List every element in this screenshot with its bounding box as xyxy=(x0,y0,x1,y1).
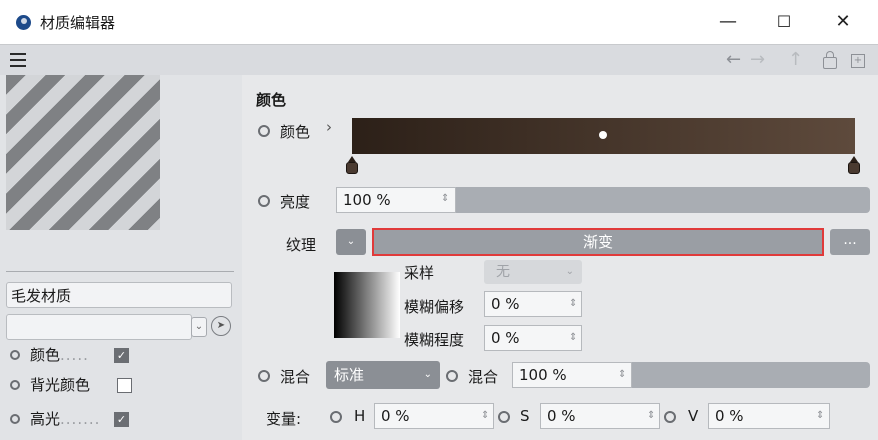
chevron-right-icon[interactable]: › xyxy=(326,118,332,136)
back-arrow-icon[interactable]: ← xyxy=(726,49,741,70)
close-button[interactable]: ✕ xyxy=(823,8,863,36)
channel-backlight[interactable]: 背光颜色 xyxy=(10,374,90,396)
maximize-button[interactable]: ☐ xyxy=(764,8,804,36)
mix-mode-radio-icon[interactable] xyxy=(258,370,270,382)
title-bar: 材质编辑器 — ☐ ✕ xyxy=(0,0,878,44)
h-input[interactable]: 0 % xyxy=(374,403,494,429)
texture-dropdown-button[interactable]: ⌄ xyxy=(336,229,366,255)
blur-offset-label: 模糊偏移 xyxy=(404,298,465,316)
radio-icon[interactable] xyxy=(10,379,20,390)
variation-label: 变量: xyxy=(266,410,302,428)
brightness-radio-icon[interactable] xyxy=(258,195,270,207)
texture-more-button[interactable]: ... xyxy=(830,229,870,255)
material-name-field[interactable]: 毛发材质 xyxy=(6,282,232,308)
stepper-icon[interactable]: ⇕ xyxy=(647,410,655,421)
v-input[interactable]: 0 % xyxy=(708,403,830,429)
radio-icon[interactable] xyxy=(10,413,20,424)
mix-strength-input[interactable]: 100 % xyxy=(512,362,632,388)
window-title: 材质编辑器 xyxy=(40,14,116,32)
chevron-down-icon[interactable]: ⌄ xyxy=(191,317,207,337)
channel-label: 背光颜色 xyxy=(30,376,91,394)
material-dropdown[interactable] xyxy=(6,314,192,340)
stepper-icon[interactable]: ⇕ xyxy=(618,369,626,380)
channel-color-checkbox[interactable]: ✓ xyxy=(114,348,129,363)
s-label: S xyxy=(520,407,530,425)
h-label: H xyxy=(354,407,366,425)
mix-strength-label: 混合 xyxy=(468,368,499,386)
blur-scale-label: 模糊程度 xyxy=(404,331,465,349)
v-label: V xyxy=(688,407,699,425)
forward-arrow-icon[interactable]: → xyxy=(750,49,765,70)
material-preview xyxy=(6,75,160,230)
gradient-stop-right[interactable] xyxy=(848,156,860,174)
channel-label: 颜色 xyxy=(30,346,61,364)
channel-backlight-checkbox[interactable] xyxy=(117,378,132,393)
channel-specular[interactable]: 高光....... xyxy=(10,408,100,430)
stepper-icon[interactable]: ⇕ xyxy=(441,193,449,204)
gradient-knob[interactable] xyxy=(599,131,607,139)
mix-mode-label: 混合 xyxy=(280,368,311,386)
lock-icon[interactable] xyxy=(823,51,837,69)
left-panel: 毛发材质 ⌄ ➤ 颜色..... ✓ 背光颜色 高光....... ✓ xyxy=(0,75,242,440)
blur-scale-input[interactable]: 0 % xyxy=(484,325,582,351)
divider xyxy=(6,271,234,272)
texture-shader-button[interactable]: 渐变 xyxy=(372,228,824,256)
gradient-stop-left[interactable] xyxy=(346,156,358,174)
texture-thumbnail xyxy=(334,272,400,338)
section-title: 颜色 xyxy=(256,91,287,109)
mix-mode-dropdown[interactable]: 标准 ⌄ xyxy=(326,361,440,389)
stepper-icon[interactable]: ⇕ xyxy=(569,298,577,309)
picker-icon[interactable]: ➤ xyxy=(211,316,231,336)
brightness-slider[interactable] xyxy=(456,187,870,213)
toolbar: ← → ↑ + xyxy=(0,44,878,75)
blur-offset-input[interactable]: 0 % xyxy=(484,291,582,317)
brightness-label: 亮度 xyxy=(280,193,311,211)
stepper-icon[interactable]: ⇕ xyxy=(569,332,577,343)
hamburger-menu-icon[interactable] xyxy=(10,53,26,67)
new-window-icon[interactable]: + xyxy=(851,54,865,68)
s-input[interactable]: 0 % xyxy=(540,403,660,429)
channel-color[interactable]: 颜色..... xyxy=(10,344,89,366)
mix-strength-slider[interactable] xyxy=(632,362,870,388)
channel-specular-checkbox[interactable]: ✓ xyxy=(114,412,129,427)
sampling-dropdown[interactable]: 无 ⌄ xyxy=(484,260,582,284)
stepper-icon[interactable]: ⇕ xyxy=(816,410,824,421)
texture-label: 纹理 xyxy=(286,236,317,254)
app-logo-icon xyxy=(16,15,31,30)
s-radio-icon[interactable] xyxy=(498,411,510,423)
brightness-input[interactable]: 100 % xyxy=(336,187,456,213)
color-radio-icon[interactable] xyxy=(258,125,270,137)
up-arrow-icon[interactable]: ↑ xyxy=(788,49,803,70)
mix-strength-radio-icon[interactable] xyxy=(446,370,458,382)
v-radio-icon[interactable] xyxy=(664,411,676,423)
color-label: 颜色 xyxy=(280,123,311,141)
minimize-button[interactable]: — xyxy=(708,8,748,36)
sampling-label: 采样 xyxy=(404,264,435,282)
radio-icon[interactable] xyxy=(10,349,20,360)
channel-label: 高光 xyxy=(30,410,61,428)
stepper-icon[interactable]: ⇕ xyxy=(481,410,489,421)
h-radio-icon[interactable] xyxy=(330,411,342,423)
